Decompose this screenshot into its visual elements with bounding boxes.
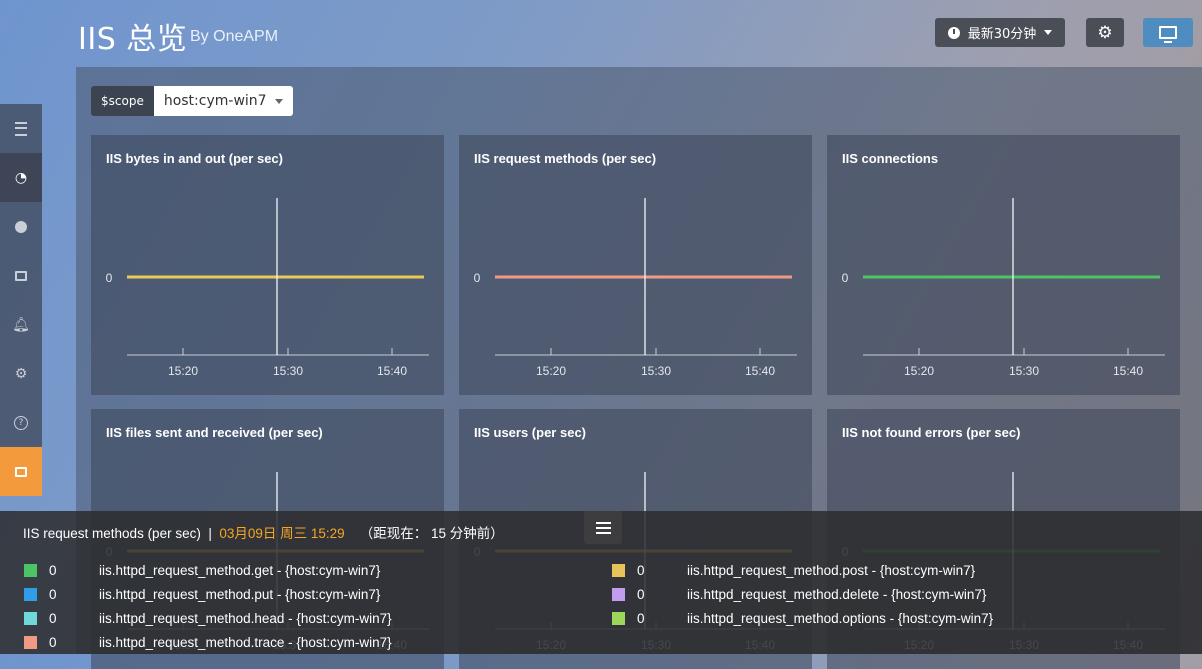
- monitor-icon: [1159, 26, 1177, 43]
- page-subtitle: By OneAPM: [190, 28, 279, 45]
- chevron-down-icon: [1044, 30, 1053, 35]
- x-tick-label: 15:20: [536, 364, 566, 378]
- legend-item: 0 iis.httpd_request_method.put - {host:cy…: [24, 587, 380, 602]
- sidebar-item-dashboard[interactable]: ◔: [0, 153, 42, 202]
- legend-value: 0: [637, 563, 645, 578]
- tv-mode-button[interactable]: [1143, 18, 1193, 47]
- chart-panel-bytes[interactable]: IIS bytes in and out (per sec) 15:20 15:3…: [91, 135, 444, 395]
- scope-label: $scope: [91, 86, 154, 116]
- x-tick-label: 15:30: [641, 364, 671, 378]
- legend-series-name: iis.httpd_request_method.options - {host…: [687, 611, 994, 626]
- gear-icon: ⚙: [14, 365, 28, 382]
- legend-swatch: [24, 588, 37, 601]
- sidebar-item-notes[interactable]: [0, 447, 42, 496]
- legend-swatch: [612, 612, 625, 625]
- sidebar-item-alerts[interactable]: 🔔︎: [0, 300, 42, 349]
- y-tick-label: 0: [106, 271, 113, 285]
- hover-detail-panel: IIS request methods (per sec) | 03月09日 周…: [0, 511, 1202, 654]
- legend-value: 0: [49, 587, 57, 602]
- y-tick-label: 0: [842, 271, 849, 285]
- legend-item: 0 iis.httpd_request_method.head - {host:c…: [24, 611, 392, 626]
- settings-button[interactable]: ⚙: [1086, 18, 1124, 47]
- scope-selector: $scope host:cym-win7: [91, 86, 293, 116]
- chart-panel-connections[interactable]: IIS connections 15:20 15:30 15:40 0: [827, 135, 1180, 395]
- sidebar-item-circle[interactable]: [0, 202, 42, 251]
- menu-button[interactable]: [584, 511, 622, 544]
- gear-icon: ⚙: [1097, 22, 1113, 43]
- menu-icon-bar: [595, 526, 611, 529]
- legend-series-name: iis.httpd_request_method.post - {host:cy…: [687, 563, 976, 578]
- time-range-dropdown[interactable]: 最新30分钟: [935, 18, 1065, 47]
- clock-icon: [947, 26, 960, 39]
- sidebar-item-list[interactable]: [0, 104, 42, 153]
- hover-detail-title: IIS request methods (per sec): [23, 526, 201, 541]
- legend-item: 0 iis.httpd_request_method.delete - {host…: [612, 587, 986, 602]
- x-tick-label: 15:20: [168, 364, 198, 378]
- hover-detail-relative-time: （距现在： 15 分钟前）: [359, 526, 504, 541]
- legend-series-name: iis.httpd_request_method.head - {host:cy…: [99, 611, 392, 626]
- sidebar-item-help[interactable]: ?: [0, 398, 42, 447]
- x-tick-label: 15:40: [745, 364, 775, 378]
- archive-icon: [15, 270, 27, 281]
- legend-swatch: [24, 564, 37, 577]
- legend-series-name: iis.httpd_request_method.get - {host:cym…: [99, 563, 381, 578]
- legend-series-name: iis.httpd_request_method.trace - {host:c…: [99, 635, 392, 650]
- legend-value: 0: [637, 587, 645, 602]
- menu-icon: [595, 521, 611, 524]
- legend-value: 0: [49, 635, 57, 650]
- sidebar-item-archive[interactable]: [0, 251, 42, 300]
- x-tick-label: 15:40: [377, 364, 407, 378]
- chevron-down-icon: [274, 98, 283, 104]
- legend-value: 0: [49, 563, 57, 578]
- legend-value: 0: [637, 611, 645, 626]
- legend-swatch: [612, 588, 625, 601]
- chart-panel-request-methods[interactable]: IIS request methods (per sec) 15:20 15:30…: [459, 135, 812, 395]
- y-tick-label: 0: [474, 271, 481, 285]
- time-range-label: 最新30分钟: [967, 27, 1037, 42]
- x-tick-label: 15:40: [1113, 364, 1143, 378]
- legend-item: 0 iis.httpd_request_method.post - {host:c…: [612, 563, 975, 578]
- sidebar-item-settings[interactable]: ⚙: [0, 349, 42, 398]
- sidebar: ◔ 🔔︎ ⚙ ?: [0, 104, 42, 496]
- chart-svg: 15:20 15:30 15:40 0: [106, 198, 429, 378]
- legend-swatch: [24, 612, 37, 625]
- dashboard-icon: ◔: [14, 169, 28, 186]
- legend-series-name: iis.httpd_request_method.delete - {host:…: [687, 587, 987, 602]
- legend-swatch: [24, 636, 37, 649]
- bell-icon: 🔔︎: [12, 316, 30, 333]
- x-tick-label: 15:20: [904, 364, 934, 378]
- hover-detail-header: IIS request methods (per sec) | 03月09日 周…: [23, 522, 504, 542]
- hover-detail-separator: |: [208, 526, 212, 541]
- page-title: IIS 总览: [78, 22, 188, 57]
- chart-svg: 15:20 15:30 15:40 0: [474, 198, 797, 378]
- chart-svg: 15:20 15:30 15:40 0: [842, 198, 1165, 378]
- legend-series-name: iis.httpd_request_method.put - {host:cym…: [99, 587, 381, 602]
- legend-swatch: [612, 564, 625, 577]
- legend-value: 0: [49, 611, 57, 626]
- menu-icon-bar: [595, 531, 611, 534]
- list-icon: [15, 121, 27, 136]
- legend-item: 0 iis.httpd_request_method.get - {host:cy…: [24, 563, 380, 578]
- scope-dropdown[interactable]: host:cym-win7: [153, 86, 293, 116]
- help-icon: ?: [14, 415, 28, 430]
- notes-icon: [15, 466, 27, 477]
- legend-item: 0 iis.httpd_request_method.trace - {host:…: [24, 635, 392, 650]
- scope-value: host:cym-win7: [163, 93, 267, 109]
- x-tick-label: 15:30: [273, 364, 303, 378]
- circle-icon: [15, 220, 27, 233]
- hover-detail-timestamp: 03月09日 周三 15:29: [219, 526, 345, 541]
- x-tick-label: 15:30: [1009, 364, 1039, 378]
- legend-item: 0 iis.httpd_request_method.options - {hos…: [612, 611, 993, 626]
